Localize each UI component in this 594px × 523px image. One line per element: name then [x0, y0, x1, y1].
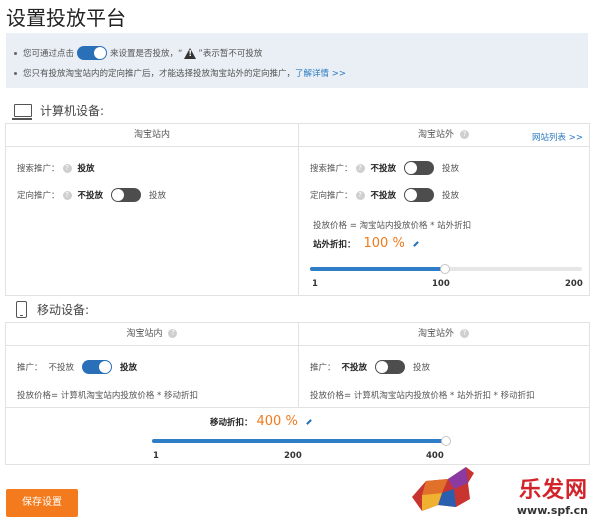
pc-inner-target-toggle[interactable] [111, 188, 142, 202]
mobile-outer-promo-on: 投放 [413, 363, 431, 373]
notice-text-1a: 您可通过点击 [23, 49, 75, 59]
pc-inner-target-label: 定向推广： [17, 191, 60, 201]
pc-inner-target-on: 投放 [149, 191, 167, 201]
site-list-link[interactable]: 网站列表 >> [532, 131, 583, 143]
notice-line-2: 您只有投放淘宝站内的定向推广后，才能选择投放淘宝站外的定向推广， 了解详情 >> [14, 67, 346, 79]
pc-outer-panel: 淘宝站外 ? 网站列表 >> 搜索推广： ? 不投放 投放 定向推广： ? 不投… [298, 124, 589, 295]
pc-slider-tick-max: 200 [565, 279, 583, 289]
watermark-url: www.spf.cn [516, 504, 588, 517]
pc-outer-search-row: 搜索推广： ? 不投放 投放 [310, 161, 459, 175]
help-icon[interactable]: ? [62, 163, 72, 173]
pc-outer-target-label: 定向推广： [310, 191, 353, 201]
mobile-slider-tick-min: 1 [153, 451, 159, 461]
edit-icon[interactable] [305, 418, 312, 425]
learn-more-link[interactable]: 了解详情 >> [295, 67, 346, 79]
pc-settings-box: 淘宝站内 搜索推广： ? 投放 定向推广： ? 不投放 投放 淘宝站外 ? 网站… [5, 123, 590, 296]
pc-inner-search-label: 搜索推广： [17, 164, 60, 174]
mobile-outer-price-formula: 投放价格= 计算机淘宝站内投放价格 * 站外折扣 * 移动折扣 [310, 391, 535, 401]
mobile-slider-thumb[interactable] [441, 436, 451, 446]
pc-outer-search-off: 不投放 [370, 164, 397, 174]
phone-icon [16, 301, 27, 318]
monitor-icon [12, 104, 32, 120]
pc-outer-search-toggle[interactable] [404, 161, 435, 175]
mobile-inner-promo-row: 推广： 不投放 投放 [17, 360, 137, 374]
pc-discount-slider[interactable] [310, 264, 582, 274]
save-button[interactable]: 保存设置 [6, 489, 78, 517]
bull-logo-icon [412, 467, 474, 511]
mobile-outer-header-label: 淘宝站外 [418, 329, 455, 339]
pc-inner-search-value: 投放 [77, 164, 95, 174]
mobile-inner-promo-on: 投放 [120, 363, 138, 373]
mobile-outer-promo-row: 推广： 不投放 投放 [310, 360, 430, 374]
mobile-outer-header: 淘宝站外 ? [298, 323, 589, 346]
pc-section-label: 计算机设备: [40, 104, 105, 118]
pc-outer-search-on: 投放 [442, 164, 460, 174]
mobile-slider-fill [152, 439, 446, 443]
pc-slider-fill [310, 267, 446, 271]
notice-text-1b: 来设置是否投放，“ [110, 49, 183, 59]
mobile-slider-tick-mid: 200 [284, 451, 302, 461]
mobile-outer-promo-label: 推广： [310, 363, 336, 373]
pc-outer-search-label: 搜索推广： [310, 164, 353, 174]
mobile-inner-panel: 淘宝站内 ? 推广： 不投放 投放 投放价格= 计算机淘宝站内投放价格 * 移动… [6, 323, 299, 408]
warning-icon [184, 47, 197, 59]
watermark-text: 乐发网 [518, 477, 588, 503]
pc-inner-target-row: 定向推广： ? 不投放 投放 [17, 188, 166, 202]
mobile-inner-promo-off: 不投放 [48, 363, 75, 373]
pc-outer-target-toggle[interactable] [404, 188, 435, 202]
edit-icon[interactable] [412, 240, 419, 247]
bullet-icon [14, 51, 17, 55]
notice-line-1: 您可通过点击 来设置是否投放，“ ”表示暂不可投放 [14, 46, 262, 60]
help-icon[interactable]: ? [459, 329, 469, 338]
pc-outer-target-row: 定向推广： ? 不投放 投放 [310, 188, 459, 202]
mobile-discount-slider[interactable] [152, 436, 451, 446]
mobile-inner-promo-toggle[interactable] [82, 360, 113, 374]
help-icon[interactable]: ? [355, 190, 365, 200]
page-title: 设置投放平台 [6, 6, 126, 30]
help-icon[interactable]: ? [168, 329, 178, 338]
mobile-inner-header-label: 淘宝站内 [126, 329, 163, 339]
mobile-settings-box: 淘宝站内 ? 推广： 不投放 投放 投放价格= 计算机淘宝站内投放价格 * 移动… [5, 322, 590, 465]
pc-inner-target-off: 不投放 [77, 191, 104, 201]
pc-inner-search-row: 搜索推广： ? 投放 [17, 162, 95, 174]
pc-outer-discount-label: 站外折扣： [313, 239, 356, 250]
pc-outer-header-label: 淘宝站外 [418, 130, 455, 140]
help-icon[interactable]: ? [62, 190, 72, 200]
pc-outer-discount-row: 站外折扣： 100 % [313, 236, 419, 251]
pc-slider-thumb[interactable] [440, 264, 451, 274]
bullet-icon [14, 71, 17, 75]
pc-slider-tick-mid: 100 [432, 279, 450, 289]
pc-inner-header: 淘宝站内 [6, 124, 298, 147]
mobile-outer-promo-off: 不投放 [341, 363, 368, 373]
mobile-outer-promo-toggle[interactable] [375, 360, 406, 374]
mobile-section-title: 移动设备: [16, 301, 89, 318]
pc-outer-price-formula: 投放价格 = 淘宝站内投放价格 * 站外折扣 [313, 221, 472, 231]
pc-slider-tick-min: 1 [312, 279, 318, 289]
pc-outer-target-off: 不投放 [370, 191, 397, 201]
mobile-discount-label: 移动折扣： [210, 417, 253, 428]
help-icon[interactable]: ? [355, 163, 365, 173]
pc-outer-target-on: 投放 [442, 191, 460, 201]
pc-outer-discount-value: 100 % [363, 236, 405, 251]
pc-inner-panel: 淘宝站内 搜索推广： ? 投放 定向推广： ? 不投放 投放 [6, 124, 299, 295]
toggle-icon [77, 46, 108, 60]
watermark: 乐发网 www.spf.cn [412, 467, 588, 517]
mobile-discount-row: 移动折扣： 400 % [210, 414, 312, 429]
notice-text-2a: 您只有投放淘宝站内的定向推广后，才能选择投放淘宝站外的定向推广， [23, 69, 296, 79]
help-icon[interactable]: ? [459, 130, 469, 139]
mobile-outer-panel: 淘宝站外 ? 推广： 不投放 投放 投放价格= 计算机淘宝站内投放价格 * 站外… [298, 323, 589, 408]
pc-section-title: 计算机设备: [12, 102, 105, 120]
mobile-inner-promo-label: 推广： [17, 363, 43, 373]
mobile-inner-header: 淘宝站内 ? [6, 323, 298, 346]
mobile-discount-value: 400 % [256, 414, 298, 429]
notice-box: 您可通过点击 来设置是否投放，“ ”表示暂不可投放 您只有投放淘宝站内的定向推广… [6, 33, 588, 88]
mobile-section-label: 移动设备: [37, 303, 90, 317]
notice-text-1c: ”表示暂不可投放 [198, 49, 263, 59]
mobile-inner-price-formula: 投放价格= 计算机淘宝站内投放价格 * 移动折扣 [17, 391, 198, 401]
